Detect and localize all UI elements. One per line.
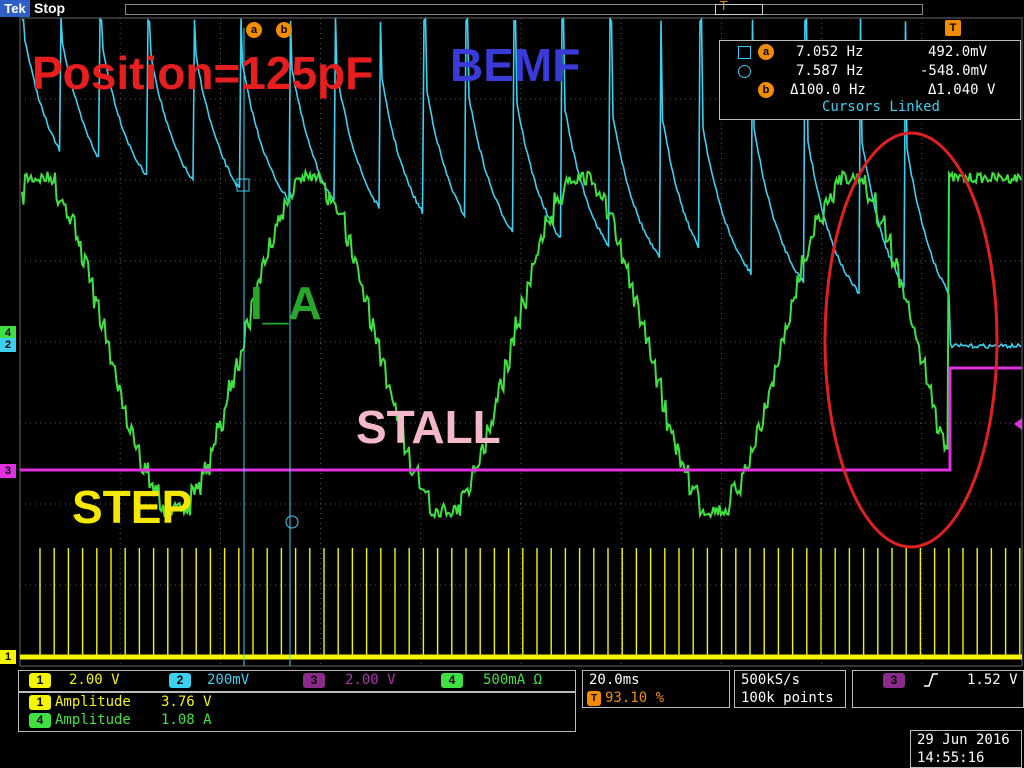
ch1-ground-marker[interactable]: 1	[0, 650, 16, 664]
trigger-time-marker[interactable]: T	[945, 20, 961, 36]
cursor-circle-icon	[738, 65, 751, 78]
ch2-chip[interactable]: 2	[169, 673, 191, 688]
channel-scale-bar: 1 2.00 V 2 200mV 3 2.00 V 4 500mA Ω	[18, 670, 576, 692]
cursor-b-crosshair	[285, 515, 299, 529]
step-annotation: STEP	[72, 481, 193, 533]
stall-highlight-ellipse	[823, 131, 999, 549]
time-display: 14:55:16	[917, 750, 985, 766]
ch1-step-trace	[39, 548, 1021, 657]
ch1-scale[interactable]: 2.00 V	[69, 671, 120, 689]
ch3-scale[interactable]: 2.00 V	[345, 671, 396, 689]
trigger-level-marker	[1014, 418, 1022, 430]
date-display: 29 Jun 2016	[917, 732, 1010, 748]
sample-rate: 500kS/s	[741, 672, 801, 688]
cursor-b-icon: b	[758, 82, 774, 98]
cursor-a-frequency: 7.052 Hz	[796, 44, 864, 60]
ch1-chip[interactable]: 1	[29, 673, 51, 688]
bemf-annotation: BEMF	[450, 39, 581, 91]
position-annotation: Position=125pF	[32, 47, 374, 99]
ia-annotation: I_A	[250, 277, 322, 329]
cursor-2-frequency: 7.587 Hz	[796, 63, 864, 79]
cursor-2-value: -548.0mV	[920, 63, 988, 79]
trigger-position-icon: T	[587, 691, 601, 706]
datetime-panel: 29 Jun 2016 14:55:16	[910, 730, 1022, 768]
measurement-panel[interactable]: 1 Amplitude 3.76 V 4 Amplitude 1.08 A	[18, 692, 576, 732]
meas-2-value: 1.08 A	[161, 712, 212, 728]
meas-2-name: Amplitude	[55, 712, 131, 728]
ch3-ground-marker[interactable]: 3	[0, 464, 16, 478]
meas-1-chip: 1	[29, 695, 51, 710]
meas-2-chip: 4	[29, 713, 51, 728]
trigger-position-value: 93.10 %	[605, 690, 665, 706]
trigger-panel[interactable]: 3 1.52 V	[852, 670, 1024, 708]
cursor-delta-frequency: Δ100.0 Hz	[790, 82, 866, 98]
ch4-scale[interactable]: 500mA Ω	[483, 671, 542, 689]
cursor-a-icon: a	[758, 44, 774, 60]
cursor-b-marker[interactable]: b	[276, 22, 292, 38]
cursor-delta-value: Δ1.040 V	[928, 82, 996, 98]
stall-annotation: STALL	[356, 401, 501, 453]
timebase-panel[interactable]: 20.0ms T 93.10 %	[582, 670, 730, 708]
trigger-level: 1.52 V	[967, 672, 1018, 688]
cursor-readout-panel[interactable]: a 7.052 Hz 492.0mV 7.587 Hz -548.0mV b Δ…	[719, 40, 1021, 120]
ch4-chip[interactable]: 4	[441, 673, 463, 688]
ch2-ground-marker[interactable]: 2	[0, 338, 16, 352]
trigger-source-chip: 3	[883, 673, 905, 688]
cursor-a-marker[interactable]: a	[246, 22, 262, 38]
acquisition-panel[interactable]: 500kS/s 100k points	[734, 670, 846, 708]
ch2-scale[interactable]: 200mV	[207, 671, 249, 689]
meas-1-value: 3.76 V	[161, 694, 212, 710]
cursor-a-value: 492.0mV	[928, 44, 988, 60]
cursor-box-icon	[738, 46, 751, 59]
timebase-scale: 20.0ms	[589, 672, 640, 688]
trigger-position-marker[interactable]: T	[720, 0, 727, 12]
record-points: 100k points	[741, 690, 834, 706]
cursors-linked-status: Cursors Linked	[821, 99, 940, 115]
meas-1-name: Amplitude	[55, 694, 131, 710]
rising-edge-icon	[924, 673, 938, 687]
ch3-chip[interactable]: 3	[303, 673, 325, 688]
